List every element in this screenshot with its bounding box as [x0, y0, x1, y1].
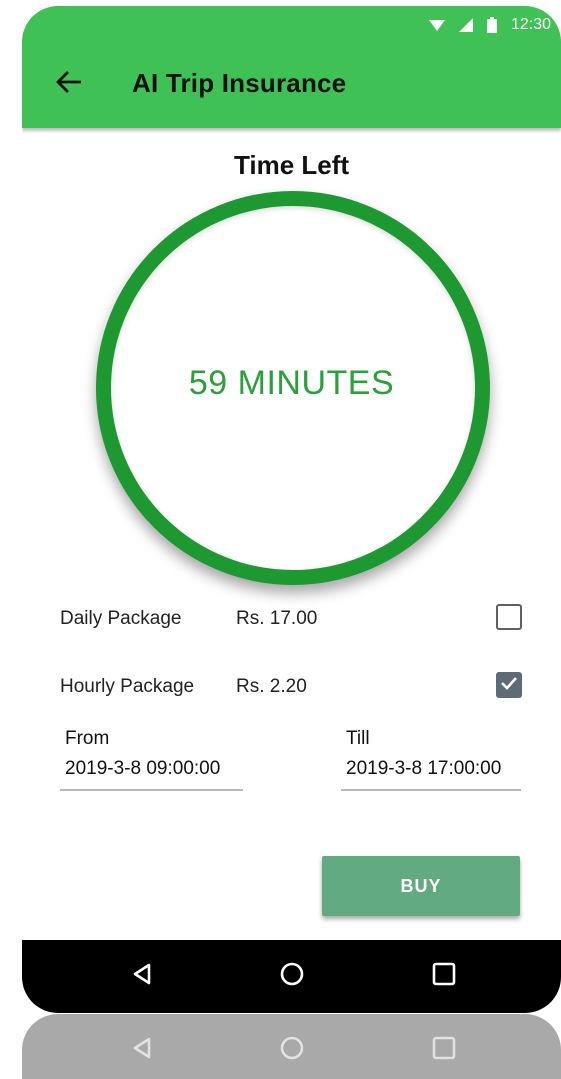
- recents-square-icon: [432, 962, 456, 991]
- from-value: 2019-3-8 09:00:00: [65, 758, 221, 779]
- package-row-daily: Daily Package Rs. 17.00: [60, 604, 522, 636]
- till-underline: [341, 789, 521, 791]
- app-bar: 12:30 AI Trip Insurance: [22, 6, 561, 128]
- back-button[interactable]: [50, 66, 86, 102]
- status-time: 12:30: [510, 16, 551, 33]
- from-field[interactable]: From 2019-3-8 09:00:00: [60, 728, 243, 791]
- hourly-package-checkbox[interactable]: [496, 672, 522, 698]
- time-left-heading: Time Left: [233, 150, 350, 180]
- screen: 12:30 AI Trip Insurance Time Left 59 MIN…: [0, 0, 561, 1079]
- battery-icon: [486, 17, 497, 33]
- reflection-back: [124, 1032, 160, 1068]
- recents-square-icon: [432, 1036, 456, 1065]
- home-circle-icon: [279, 1035, 305, 1066]
- status-bar: 12:30: [428, 14, 551, 36]
- phone-screen: 12:30 AI Trip Insurance Time Left 59 MIN…: [22, 6, 561, 1013]
- nav-home-button[interactable]: [274, 958, 310, 994]
- reflection-recents: [426, 1032, 462, 1068]
- buy-button[interactable]: BUY: [322, 856, 520, 916]
- wifi-icon: [428, 18, 445, 32]
- page-title: AI Trip Insurance: [132, 68, 347, 98]
- package-name: Daily Package: [60, 608, 182, 629]
- reflection-home: [274, 1032, 310, 1068]
- timer-value: 59 MINUTES: [188, 364, 395, 402]
- from-underline: [60, 789, 243, 791]
- navigation-bar: [22, 940, 561, 1013]
- package-row-hourly: Hourly Package Rs. 2.20: [60, 672, 522, 704]
- till-label: Till: [346, 728, 370, 749]
- till-value: 2019-3-8 17:00:00: [346, 758, 502, 779]
- package-price: Rs. 2.20: [236, 676, 307, 697]
- signal-icon: [458, 18, 473, 32]
- home-circle-icon: [279, 961, 305, 992]
- till-field[interactable]: Till 2019-3-8 17:00:00: [341, 728, 521, 791]
- nav-back-button[interactable]: [124, 958, 160, 994]
- back-triangle-icon: [132, 1037, 152, 1064]
- navbar-reflection: [22, 1014, 561, 1079]
- nav-recents-button[interactable]: [426, 958, 462, 994]
- check-icon: [500, 676, 518, 695]
- from-label: From: [65, 728, 110, 749]
- package-price: Rs. 17.00: [236, 608, 318, 629]
- back-triangle-icon: [132, 963, 152, 990]
- daily-package-checkbox[interactable]: [496, 604, 522, 630]
- arrow-left-icon: [55, 70, 82, 98]
- package-name: Hourly Package: [60, 676, 195, 697]
